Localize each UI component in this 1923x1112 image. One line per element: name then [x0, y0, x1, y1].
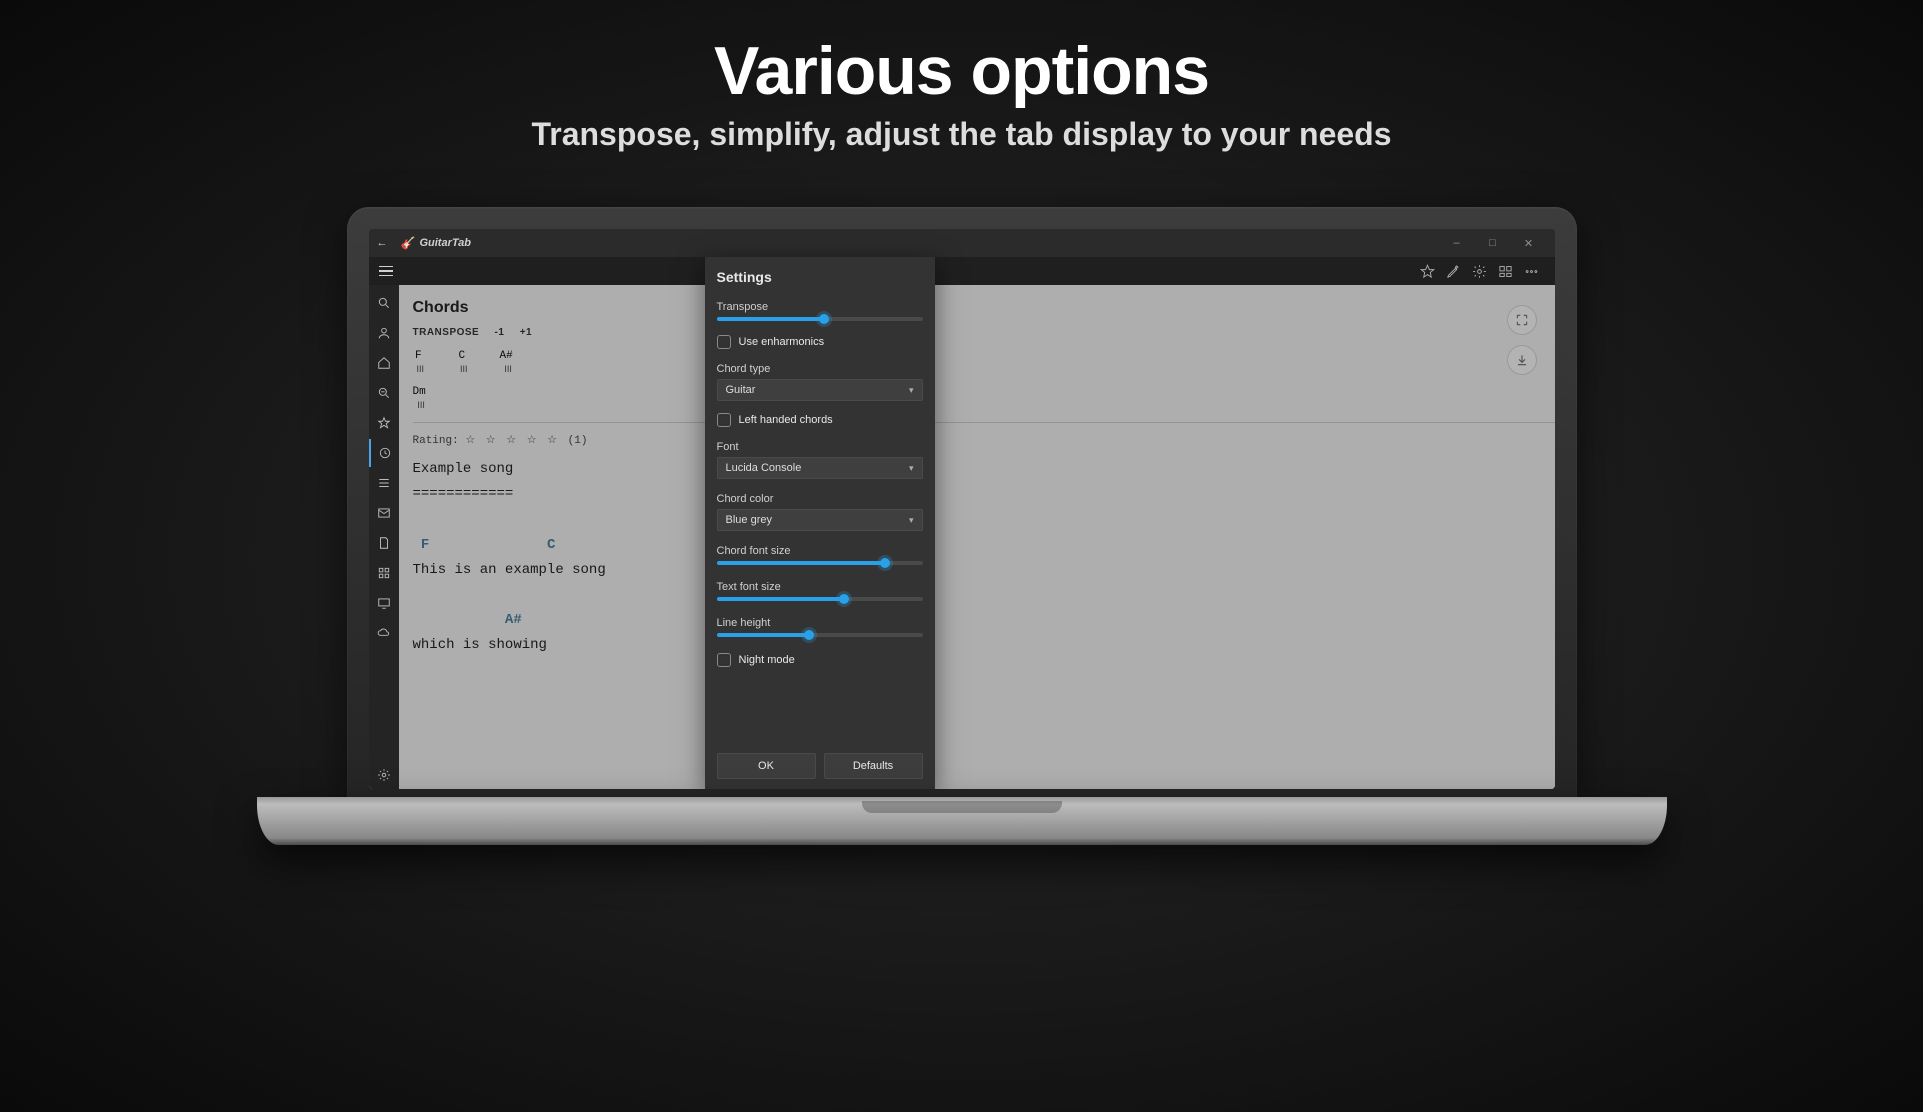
- transpose-slider[interactable]: [717, 317, 923, 321]
- font-select[interactable]: Lucida Console ▾: [717, 457, 923, 479]
- sidebar-mail-icon[interactable]: [369, 499, 399, 527]
- chevron-down-icon: ▾: [909, 463, 914, 474]
- chevron-down-icon: ▾: [909, 515, 914, 526]
- left-handed-label: Left handed chords: [739, 414, 833, 426]
- chord-label: F: [415, 350, 422, 362]
- chord-color-select[interactable]: Blue grey ▾: [717, 509, 923, 531]
- chord-type-select[interactable]: Guitar ▾: [717, 379, 923, 401]
- sidebar-settings-icon[interactable]: [369, 761, 399, 789]
- chords-heading: Chords: [413, 299, 1555, 317]
- song-title: Example song: [413, 461, 514, 477]
- use-enharmonics-label: Use enharmonics: [739, 336, 825, 348]
- text-font-size-label: Text font size: [717, 581, 923, 593]
- chord-label: Dm: [413, 386, 426, 398]
- tab-text: Example song ============ F C This is an…: [413, 457, 1555, 659]
- favorite-icon[interactable]: [1415, 258, 1441, 284]
- window-minimize[interactable]: –: [1439, 237, 1475, 249]
- app-screen: ← 🎸 GuitarTab – □ ✕: [369, 229, 1555, 789]
- chord-diagram: A# 1133 III: [500, 350, 513, 374]
- sidebar-search-icon[interactable]: [369, 289, 399, 317]
- promo-subtitle: Transpose, simplify, adjust the tab disp…: [0, 116, 1923, 153]
- sidebar-file-icon[interactable]: [369, 529, 399, 557]
- edit-icon[interactable]: [1441, 258, 1467, 284]
- main-content: Chords TRANSPOSE -1 +1 F: [399, 285, 1555, 789]
- transpose-label: TRANSPOSE: [413, 327, 480, 338]
- sidebar-list-icon[interactable]: [369, 469, 399, 497]
- separator: ============: [413, 486, 514, 502]
- font-value: Lucida Console: [726, 462, 802, 474]
- chord-type-value: Guitar: [726, 384, 756, 396]
- transpose-down-button[interactable]: -1: [495, 327, 505, 338]
- menu-button[interactable]: [379, 259, 403, 283]
- lyric-line: This is an example song: [413, 562, 606, 578]
- sidebar-star-icon[interactable]: [369, 409, 399, 437]
- sidebar-display-icon[interactable]: [369, 589, 399, 617]
- promo-title: Various options: [0, 32, 1923, 110]
- chord-color-label: Chord color: [717, 493, 923, 505]
- chord-font-size-label: Chord font size: [717, 545, 923, 557]
- app-icon: 🎸: [401, 236, 416, 250]
- sidebar-home-icon[interactable]: [369, 349, 399, 377]
- sidebar-history-icon[interactable]: [369, 439, 399, 467]
- chord-label: A#: [500, 350, 513, 362]
- sidebar: [369, 285, 399, 789]
- chord-font-size-slider[interactable]: [717, 561, 923, 565]
- rating-label: Rating:: [413, 435, 459, 447]
- titlebar: ← 🎸 GuitarTab – □ ✕: [369, 229, 1555, 257]
- transpose-label: Transpose: [717, 301, 923, 313]
- lyric-line: which is showing: [413, 637, 547, 653]
- sidebar-user-icon[interactable]: [369, 319, 399, 347]
- layout-icon[interactable]: [1493, 258, 1519, 284]
- chord-diagram: F 11243 III: [413, 350, 425, 374]
- chord-diagram: Dm 123 x x o: [413, 386, 426, 410]
- laptop-base: [257, 797, 1667, 845]
- settings-panel: Settings Transpose Use enharmonics Chord…: [705, 257, 935, 789]
- night-mode-label: Night mode: [739, 654, 795, 666]
- line-height-slider[interactable]: [717, 633, 923, 637]
- chord-diagram: C 123 o o II: [456, 350, 468, 374]
- chevron-down-icon: ▾: [909, 385, 914, 396]
- transpose-up-button[interactable]: +1: [520, 327, 532, 338]
- settings-icon[interactable]: [1467, 258, 1493, 284]
- chord-type-label: Chord type: [717, 363, 923, 375]
- night-mode-checkbox[interactable]: Night mode: [717, 653, 923, 667]
- sidebar-grid-icon[interactable]: [369, 559, 399, 587]
- settings-title: Settings: [717, 269, 923, 285]
- back-button[interactable]: ←: [377, 237, 401, 249]
- chord-label: C: [458, 350, 465, 362]
- rating-row: Rating: ☆ ☆ ☆ ☆ ☆ (1): [413, 422, 1555, 451]
- app-title: GuitarTab: [419, 237, 471, 249]
- ok-button[interactable]: OK: [717, 753, 816, 779]
- sidebar-cloud-icon[interactable]: [369, 619, 399, 647]
- sidebar-zoom-icon[interactable]: [369, 379, 399, 407]
- chord-inline: C: [547, 533, 555, 558]
- font-label: Font: [717, 441, 923, 453]
- laptop-mockup: ← 🎸 GuitarTab – □ ✕: [347, 207, 1577, 845]
- window-close[interactable]: ✕: [1511, 237, 1547, 250]
- chord-color-value: Blue grey: [726, 514, 772, 526]
- chord-inline: F: [421, 533, 429, 558]
- text-font-size-slider[interactable]: [717, 597, 923, 601]
- expand-button[interactable]: [1507, 305, 1537, 335]
- more-icon[interactable]: [1519, 258, 1545, 284]
- download-button[interactable]: [1507, 345, 1537, 375]
- left-handed-checkbox[interactable]: Left handed chords: [717, 413, 923, 427]
- chord-inline: A#: [505, 608, 522, 633]
- defaults-button[interactable]: Defaults: [824, 753, 923, 779]
- line-height-label: Line height: [717, 617, 923, 629]
- rating-stars[interactable]: ☆ ☆ ☆ ☆ ☆: [465, 435, 567, 447]
- use-enharmonics-checkbox[interactable]: Use enharmonics: [717, 335, 923, 349]
- window-maximize[interactable]: □: [1475, 237, 1511, 249]
- toolbar: [369, 257, 1555, 285]
- transpose-controls: TRANSPOSE -1 +1: [413, 327, 1555, 338]
- rating-count: (1): [568, 435, 588, 447]
